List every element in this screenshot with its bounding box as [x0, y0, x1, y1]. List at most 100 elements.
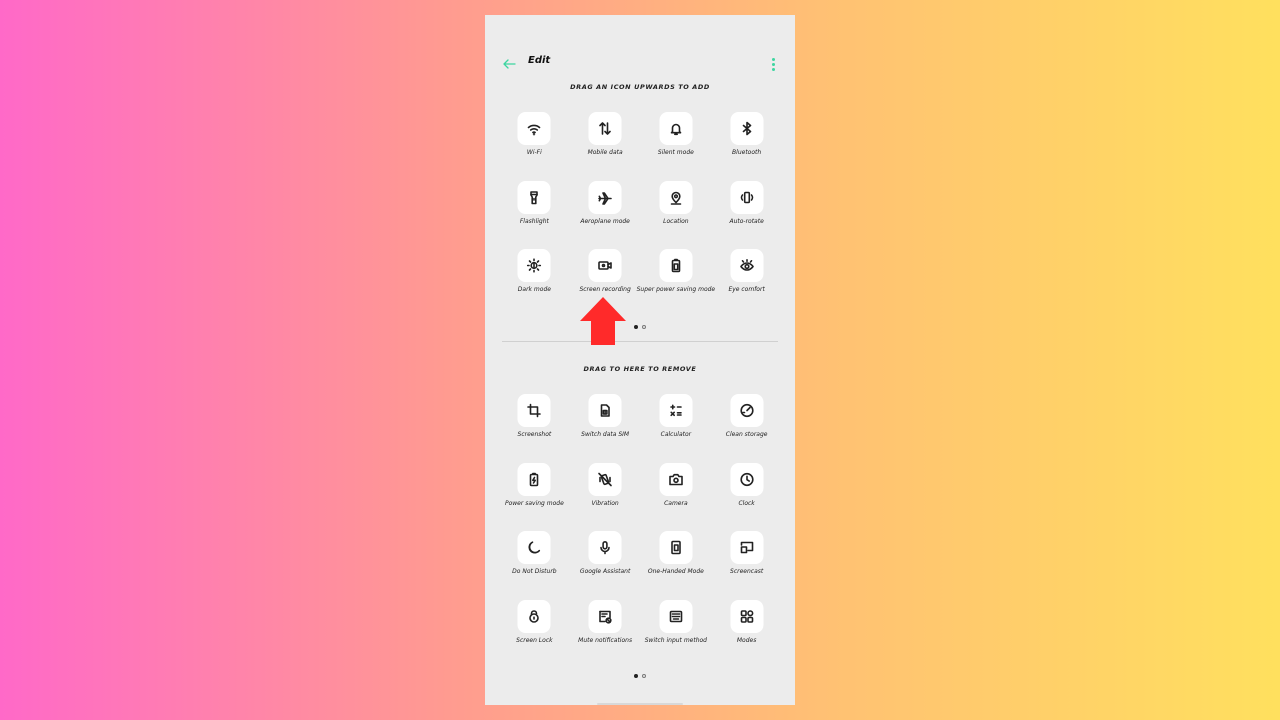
tile-label: Switch input method [644, 637, 707, 645]
dark-mode-icon [527, 258, 542, 273]
tile-clock[interactable]: Clock [711, 462, 782, 532]
tile-clean-storage[interactable]: Clean storage [711, 394, 782, 463]
tile-icon-box[interactable] [730, 600, 764, 634]
tile-mobile-data[interactable]: Mobile data [570, 112, 641, 181]
page-dot [642, 325, 646, 329]
airplane-icon [598, 191, 612, 205]
tile-icon-box[interactable] [517, 600, 551, 634]
tile-icon-box[interactable] [517, 531, 551, 565]
tile-calculator[interactable]: Calculator [641, 394, 712, 463]
bell-icon [670, 123, 682, 136]
tile-icon-box[interactable] [517, 394, 551, 427]
tile-flashlight[interactable]: Flashlight [499, 180, 570, 250]
lock-icon [529, 610, 540, 623]
vibration-icon [598, 472, 612, 486]
phone-screen: Edit DRAG AN ICON UPWARDS TO ADD Wi-Fi Mo… [485, 15, 795, 705]
mic-icon [600, 541, 610, 555]
tile-label: Screen recording [579, 286, 631, 294]
tile-icon-box[interactable] [588, 112, 622, 145]
tile-one-handed-mode[interactable]: One-Handed Mode [641, 531, 712, 600]
tile-bluetooth[interactable]: Bluetooth [711, 112, 782, 181]
tile-label: Modes [736, 637, 757, 645]
tile-label: Auto-rotate [729, 217, 764, 225]
remove-section-title: DRAG TO HERE TO REMOVE [583, 365, 697, 373]
tile-icon-box[interactable] [730, 531, 764, 565]
tile-google-assistant[interactable]: Google Assistant [570, 531, 641, 600]
tile-label: Screencast [730, 568, 764, 576]
tile-label: Google Assistant [579, 568, 631, 576]
tile-screencast[interactable]: Screencast [711, 531, 782, 600]
tile-label: One-Handed Mode [647, 568, 704, 576]
tile-icon-box[interactable] [588, 394, 622, 427]
tile-screen-lock[interactable]: Screen Lock [499, 600, 570, 669]
tile-icon-box[interactable] [730, 180, 764, 214]
tile-camera[interactable]: Camera [641, 462, 712, 532]
tile-icon-box[interactable] [517, 249, 551, 283]
moon-icon [528, 541, 541, 554]
eye-icon [739, 259, 754, 272]
red-up-arrow-annotation [580, 297, 626, 345]
tile-icon-box[interactable] [588, 462, 622, 496]
tile-aeroplane-mode[interactable]: Aeroplane mode [570, 180, 641, 250]
tile-label: Eye comfort [728, 286, 765, 294]
tile-label: Super power saving mode [636, 286, 716, 294]
tile-screenshot[interactable]: Screenshot [499, 394, 570, 463]
tile-icon-box[interactable] [517, 462, 551, 496]
screencast-icon [740, 542, 753, 554]
tile-modes[interactable]: Modes [711, 600, 782, 669]
tile-icon-box[interactable] [659, 249, 693, 283]
tile-location[interactable]: Location [641, 180, 712, 250]
tile-wi-fi[interactable]: Wi-Fi [499, 112, 570, 181]
tile-eye-comfort[interactable]: Eye comfort [711, 249, 782, 318]
modes-icon [740, 610, 754, 623]
tile-icon-box[interactable] [659, 394, 693, 427]
tile-icon-box[interactable] [588, 531, 622, 565]
page-title: Edit [528, 55, 551, 66]
calculator-icon [670, 404, 682, 417]
tile-label: Flashlight [519, 217, 549, 225]
tile-icon-box[interactable] [659, 531, 693, 565]
tile-label: Location [663, 217, 689, 225]
tile-auto-rotate[interactable]: Auto-rotate [711, 180, 782, 250]
tile-icon-box[interactable] [659, 600, 693, 634]
more-vertical-icon[interactable] [772, 58, 776, 72]
gauge-icon [740, 403, 754, 418]
home-indicator[interactable] [597, 703, 683, 705]
tile-do-not-disturb[interactable]: Do Not Disturb [499, 531, 570, 600]
tile-switch-data-sim[interactable]: Switch data SIM [570, 394, 641, 463]
location-icon [670, 191, 682, 205]
wifi-icon [528, 124, 541, 136]
tile-icon-box[interactable] [517, 112, 551, 145]
tile-dark-mode[interactable]: Dark mode [499, 249, 570, 318]
crop-icon [527, 403, 542, 418]
tile-icon-box[interactable] [659, 462, 693, 496]
page-dot-active [634, 674, 638, 678]
page-dot-active [634, 325, 638, 329]
tile-icon-box[interactable] [730, 249, 764, 283]
tile-icon-box[interactable] [517, 180, 551, 214]
tile-icon-box[interactable] [588, 249, 622, 283]
battery-bolt-icon [530, 472, 539, 486]
tile-icon-box[interactable] [730, 462, 764, 496]
tile-icon-box[interactable] [730, 394, 764, 427]
tile-label: Clean storage [725, 431, 768, 438]
tile-vibration[interactable]: Vibration [570, 462, 641, 532]
tile-label: Bluetooth [732, 149, 762, 156]
add-section-title: DRAG AN ICON UPWARDS TO ADD [570, 83, 710, 91]
add-tiles-grid: Wi-Fi Mobile data Silent mode Bluetooth Flas… [499, 112, 782, 318]
tile-super-power-saving-mode[interactable]: Super power saving mode [637, 249, 715, 318]
tile-label: Wi-Fi [526, 149, 542, 156]
tile-icon-box[interactable] [588, 180, 622, 214]
tile-power-saving-mode[interactable]: Power saving mode [499, 462, 570, 532]
tile-icon-box[interactable] [588, 600, 622, 634]
tile-label: Calculator [660, 431, 692, 438]
tile-silent-mode[interactable]: Silent mode [641, 112, 712, 181]
tile-icon-box[interactable] [659, 180, 693, 214]
tile-icon-box[interactable] [659, 112, 693, 145]
tile-icon-box[interactable] [730, 112, 764, 145]
page-dot [642, 674, 646, 678]
back-arrow-icon[interactable] [501, 56, 517, 72]
tile-mute-notifications[interactable]: Mute notifications [570, 600, 641, 669]
tile-switch-input-method[interactable]: Switch input method [641, 600, 712, 669]
tile-label: Screen Lock [516, 637, 553, 645]
